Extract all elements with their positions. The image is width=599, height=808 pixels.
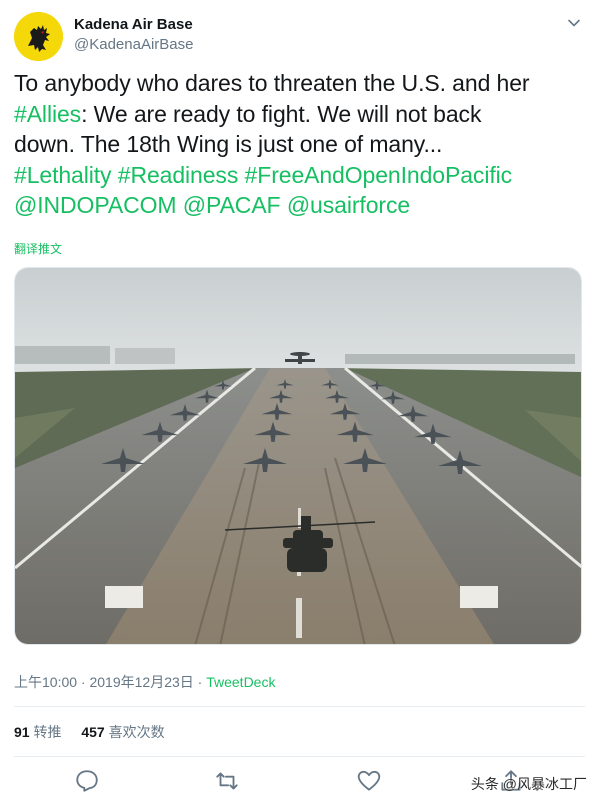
- tweet-header: Kadena Air Base @KadenaAirBase: [14, 12, 585, 64]
- avatar[interactable]: [14, 12, 63, 61]
- retweets-label: 转推: [33, 724, 62, 740]
- mention-usairforce[interactable]: @usairforce: [287, 192, 410, 218]
- hashtag-allies[interactable]: #Allies: [14, 101, 81, 127]
- likes-label: 喜欢次数: [108, 724, 165, 740]
- chevron-down-icon[interactable]: [567, 16, 581, 30]
- tweet-hashtags-line: #Lethality #Readiness #FreeAndOpenIndoPa…: [14, 160, 586, 191]
- mention-pacaf[interactable]: @PACAF: [183, 192, 281, 218]
- retweet-icon[interactable]: [214, 768, 240, 794]
- tweet-source-link[interactable]: TweetDeck: [206, 674, 275, 690]
- hashtag-lethality[interactable]: #Lethality: [14, 162, 112, 188]
- tweet-line-3: down. The 18th Wing is just one of many.…: [14, 131, 443, 157]
- retweets-count: 91: [14, 724, 30, 740]
- tweet-text: To anybody who dares to threaten the U.S…: [14, 68, 586, 221]
- hashtag-free-and-open-indo-pacific[interactable]: #FreeAndOpenIndoPacific: [245, 162, 513, 188]
- divider: [14, 756, 585, 757]
- runway-photo: [15, 268, 581, 644]
- tweet-stats: 91 转推 457 喜欢次数: [14, 722, 181, 742]
- mention-indopacom[interactable]: @INDOPACOM: [14, 192, 177, 218]
- tweet-meta: 上午10:00 · 2019年12月23日 · TweetDeck: [14, 672, 275, 692]
- likes-stat[interactable]: 457 喜欢次数: [81, 724, 164, 740]
- hashtag-readiness[interactable]: #Readiness: [118, 162, 239, 188]
- translate-tweet-link[interactable]: 翻译推文: [14, 240, 62, 257]
- tweet-mentions-line: @INDOPACOM @PACAF @usairforce: [14, 190, 586, 221]
- divider: [14, 706, 585, 707]
- account-handle[interactable]: @KadenaAirBase: [74, 36, 193, 53]
- retweets-stat[interactable]: 91 转推: [14, 724, 61, 740]
- reply-icon[interactable]: [74, 768, 100, 794]
- tweet-card: Kadena Air Base @KadenaAirBase To anybod…: [0, 0, 599, 808]
- heart-icon[interactable]: [356, 768, 382, 794]
- watermark: 头条 @风暴冰工厂: [470, 776, 587, 792]
- tweet-line-2: #Allies: We are ready to fight. We will …: [14, 99, 586, 130]
- account-name[interactable]: Kadena Air Base: [74, 16, 193, 33]
- tweet-photo[interactable]: [14, 267, 582, 645]
- rooster-logo-icon: [14, 12, 63, 61]
- tweet-line-2-text: : We are ready to fight. We will not bac…: [81, 100, 482, 127]
- likes-count: 457: [81, 724, 105, 740]
- tweet-line-1: To anybody who dares to threaten the U.S…: [14, 70, 530, 96]
- tweet-timestamp[interactable]: 上午10:00 · 2019年12月23日 ·: [14, 674, 206, 690]
